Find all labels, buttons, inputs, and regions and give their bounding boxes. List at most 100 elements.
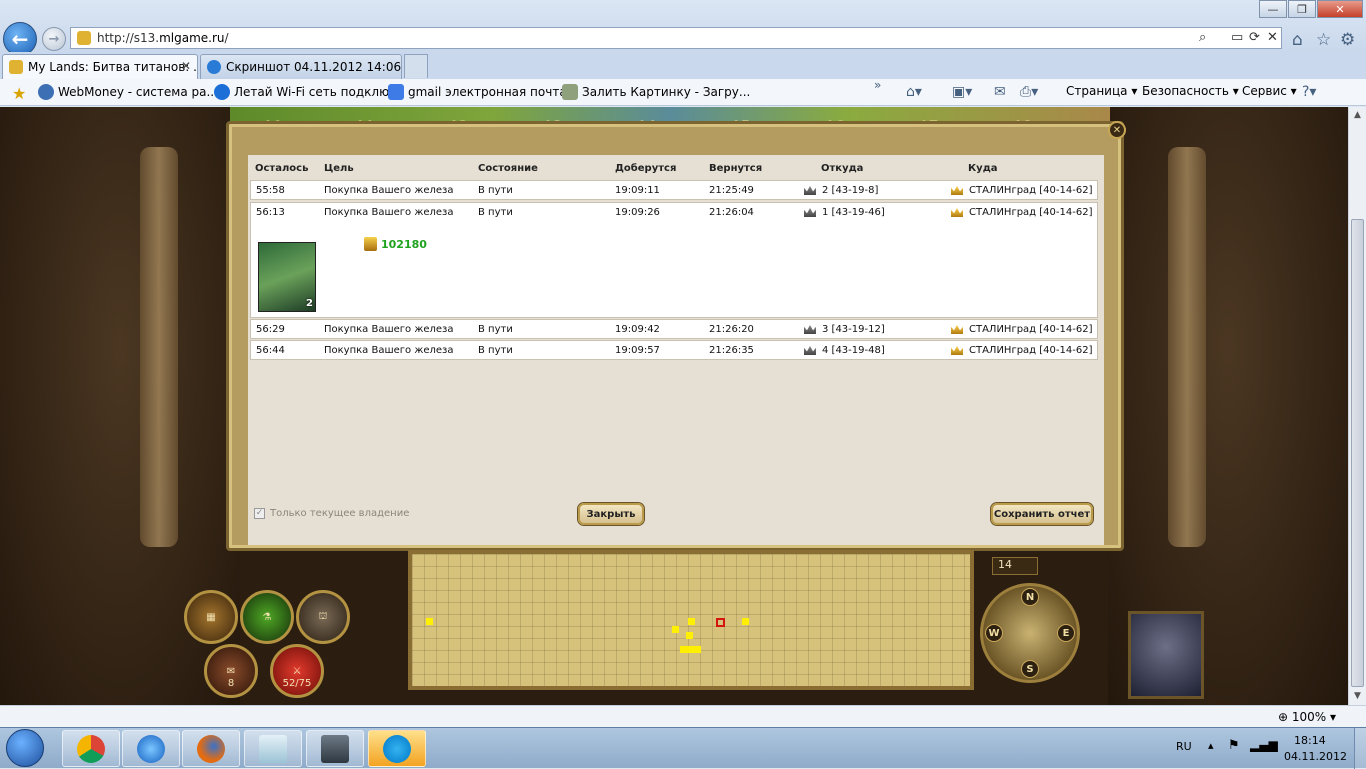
menu-service[interactable]: Сервис ▾: [1242, 84, 1297, 98]
crown-icon: [951, 346, 963, 355]
game-favicon-icon: [9, 60, 23, 74]
mail-button[interactable]: ✉ 8: [204, 644, 258, 698]
favorites-star-icon[interactable]: ☆: [1316, 30, 1331, 50]
scroll-up-icon[interactable]: ▲: [1349, 107, 1366, 124]
cell-remaining: 56:29: [256, 324, 285, 335]
gold-amount: 102180: [381, 238, 427, 251]
potion-button[interactable]: ⚗: [240, 590, 294, 644]
language-indicator[interactable]: RU: [1176, 740, 1192, 753]
taskbar-notepad[interactable]: [244, 730, 302, 767]
refresh-icon[interactable]: ⟳: [1249, 30, 1260, 45]
rss-icon[interactable]: ▣▾: [952, 84, 972, 100]
taskbar-chrome[interactable]: [62, 730, 120, 767]
cell-to[interactable]: СТАЛИНград [40-14-62]: [969, 185, 1092, 196]
cell-to[interactable]: СТАЛИНград [40-14-62]: [969, 345, 1092, 356]
browser-zoom[interactable]: ⊕ 100% ▾: [1278, 710, 1336, 724]
forward-button[interactable]: →: [42, 27, 66, 51]
crown-icon: [804, 208, 816, 217]
only-current-checkbox[interactable]: ✓ Только текущее владение: [254, 508, 409, 519]
cell-from[interactable]: 2 [43-19-8]: [822, 185, 878, 196]
unit-count: 2: [306, 298, 313, 309]
compass-south-button[interactable]: S: [1021, 660, 1039, 678]
minimap-marker: [742, 618, 749, 625]
url-domain: mlgame.ru: [159, 31, 225, 45]
show-desktop-button[interactable]: [1354, 728, 1366, 769]
crown-icon: [951, 325, 963, 334]
favorite-label: Залить Картинку - Загру...: [582, 85, 751, 99]
minimize-button[interactable]: —: [1259, 0, 1287, 18]
cell-to[interactable]: СТАЛИНград [40-14-62]: [969, 207, 1092, 218]
help-icon[interactable]: ?▾: [1302, 84, 1316, 100]
calculator-icon: [321, 734, 349, 763]
taskbar-ie[interactable]: [122, 730, 180, 767]
table-row[interactable]: 55:58 Покупка Вашего железа В пути 19:09…: [250, 180, 1098, 200]
compass-west-button[interactable]: W: [985, 624, 1003, 642]
print-icon[interactable]: ⎙▾: [1020, 84, 1038, 100]
compass: N E S W: [980, 583, 1080, 683]
close-window-button[interactable]: ✕: [1317, 0, 1363, 18]
browser-zoom-value: 100%: [1291, 710, 1327, 724]
favorite-upload[interactable]: Залить Картинку - Загру...: [562, 84, 750, 100]
favorite-gmail[interactable]: gmail электронная почта...: [388, 84, 578, 100]
search-icon[interactable]: ⌕: [1199, 30, 1206, 45]
home-icon[interactable]: ⌂: [1292, 30, 1303, 50]
cell-from[interactable]: 4 [43-19-48]: [822, 345, 885, 356]
scroll-down-icon[interactable]: ▼: [1349, 688, 1366, 705]
favorite-label: WebMoney - система ра...: [58, 85, 218, 99]
compass-east-button[interactable]: E: [1057, 624, 1075, 642]
scrollbar-thumb[interactable]: [1351, 219, 1364, 687]
network-signal-icon[interactable]: ▂▄▆: [1250, 738, 1278, 752]
table-row-expanded[interactable]: 56:13 Покупка Вашего железа В пути 19:09…: [250, 202, 1098, 318]
cell-return: 21:26:20: [709, 324, 754, 335]
new-tab-button[interactable]: [404, 54, 428, 78]
favorite-webmoney[interactable]: WebMoney - система ра...: [38, 84, 218, 100]
tab-screenshot[interactable]: Скриншот 04.11.2012 14:06 :: f...: [200, 54, 402, 79]
back-button[interactable]: ←: [3, 22, 37, 56]
start-button[interactable]: [6, 729, 44, 767]
more-favorites-icon[interactable]: »: [874, 78, 881, 92]
menu-safety[interactable]: Безопасность ▾: [1142, 84, 1239, 98]
map-zoom-level[interactable]: 14: [992, 557, 1038, 575]
maximize-button[interactable]: ❐: [1288, 0, 1316, 18]
tab-mylands[interactable]: My Lands: Битва титанов: ... ✕: [2, 54, 198, 79]
army-button[interactable]: ⚔ 52/75: [270, 644, 324, 698]
col-from: Откуда: [821, 163, 864, 174]
favorites-add-icon[interactable]: ★: [12, 84, 26, 103]
tab-close-icon[interactable]: ✕: [181, 59, 191, 73]
cell-state: В пути: [478, 324, 513, 335]
tab-strip: My Lands: Битва титанов: ... ✕ Скриншот …: [0, 52, 1366, 79]
cell-to[interactable]: СТАЛИНград [40-14-62]: [969, 324, 1092, 335]
mail-icon[interactable]: ✉: [994, 84, 1006, 100]
taskbar-skype[interactable]: [368, 730, 426, 767]
cell-from[interactable]: 1 [43-19-46]: [822, 207, 885, 218]
clock-date[interactable]: 04.11.2012: [1284, 750, 1347, 763]
home-cmd-icon[interactable]: ⌂▾: [906, 84, 922, 100]
castle-gate-button[interactable]: ⛫: [296, 590, 350, 644]
table-row[interactable]: 56:44 Покупка Вашего железа В пути 19:09…: [250, 340, 1098, 360]
close-dialog-button[interactable]: Закрыть: [578, 503, 644, 525]
player-avatar[interactable]: [1128, 611, 1204, 699]
compass-north-button[interactable]: N: [1021, 588, 1039, 606]
clock-time[interactable]: 18:14: [1294, 734, 1326, 747]
table-row[interactable]: 56:29 Покупка Вашего железа В пути 19:09…: [250, 319, 1098, 339]
favorite-label: Летай Wi-Fi сеть подклю...: [234, 85, 401, 99]
stop-icon[interactable]: ✕: [1267, 30, 1278, 45]
save-report-button[interactable]: Сохранить отчет: [991, 503, 1093, 525]
treasure-chest-button[interactable]: ▦: [184, 590, 238, 644]
tray-up-arrow-icon[interactable]: ▴: [1208, 739, 1214, 752]
taskbar-firefox[interactable]: [182, 730, 240, 767]
settings-gear-icon[interactable]: ⚙: [1340, 30, 1355, 50]
compatibility-icon[interactable]: ▭: [1231, 30, 1243, 45]
favorite-letai[interactable]: Летай Wi-Fi сеть подклю...: [214, 84, 401, 100]
cell-from[interactable]: 3 [43-19-12]: [822, 324, 885, 335]
firefox-icon: [197, 734, 225, 763]
minimap[interactable]: [408, 550, 974, 690]
tab-label: My Lands: Битва титанов: ...: [28, 60, 198, 74]
taskbar-calculator[interactable]: [306, 730, 364, 767]
action-center-flag-icon[interactable]: ⚑: [1228, 738, 1240, 753]
vertical-scrollbar[interactable]: ▲ ▼: [1348, 107, 1366, 705]
menu-page[interactable]: Страница ▾: [1066, 84, 1137, 98]
scroll-decoration-right: [1168, 147, 1206, 547]
dialog-close-icon[interactable]: ✕: [1108, 121, 1126, 139]
address-bar[interactable]: http://s13.mlgame.ru/ ⌕ ▭ ⟳ ✕: [70, 27, 1282, 49]
